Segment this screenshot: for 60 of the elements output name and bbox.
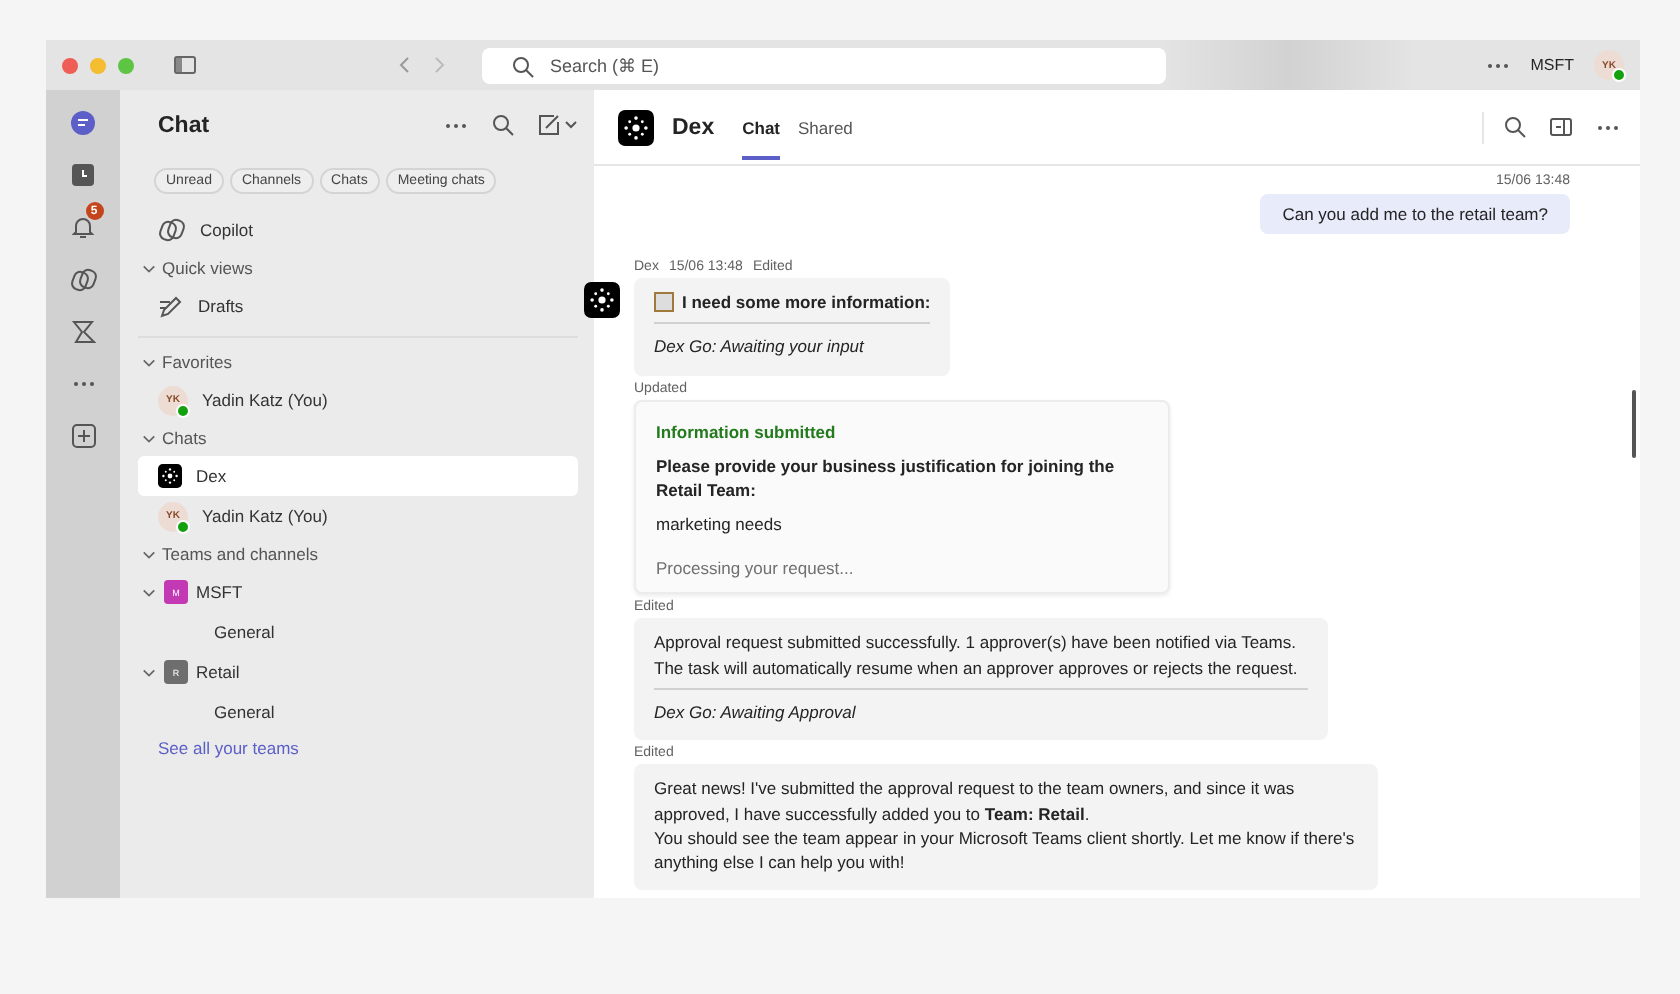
- message-text: You should see the team appear in your Microsoft Teams client shortly. Let me know if there's anything else I can help you with!: [654, 825, 1357, 875]
- progress-text: Processing your request...: [656, 558, 856, 579]
- more-icon[interactable]: [1486, 61, 1511, 69]
- card-heading: I need some more information:: [682, 290, 931, 315]
- search-field[interactable]: Search (⌘ E): [482, 47, 1166, 83]
- tab[interactable]: Chat: [742, 95, 780, 159]
- pane-title: Chat: [158, 113, 210, 137]
- section-label: Favorites: [162, 352, 232, 372]
- see-all-link[interactable]: See all your teams: [138, 732, 578, 758]
- chevron-icon[interactable]: [142, 261, 156, 275]
- section-label: Teams and channels: [162, 544, 318, 564]
- channel-item[interactable]: General: [138, 692, 578, 732]
- chat-title: Dex: [672, 115, 715, 139]
- org-name[interactable]: MSFT: [1530, 56, 1574, 74]
- pencil-icon: [158, 293, 184, 319]
- search-icon[interactable]: [1504, 116, 1526, 138]
- section-label: Quick views: [162, 258, 253, 278]
- chat-icon[interactable]: [70, 110, 96, 136]
- note-icon: [654, 292, 674, 313]
- chat-item-label[interactable]: Yadin Katz (You): [202, 390, 328, 410]
- form-question: Please provide your business justification for joining the Retail Team:: [656, 453, 1117, 503]
- section-label: Chats: [162, 428, 207, 448]
- chevron-icon[interactable]: [142, 585, 156, 599]
- more-icon[interactable]: [444, 121, 468, 129]
- bot-avatar-icon: [158, 464, 182, 488]
- team-name: Retail: [196, 662, 240, 682]
- chat-item-label[interactable]: Yadin Katz (You): [202, 506, 328, 526]
- search-icon[interactable]: [492, 114, 514, 136]
- search-icon[interactable]: [512, 55, 534, 77]
- status-text: Dex Go: Awaiting your input: [654, 334, 867, 360]
- panel-icon[interactable]: [1550, 118, 1572, 136]
- form-answer: marketing needs: [656, 514, 784, 535]
- chat-item-label[interactable]: Drafts: [198, 296, 244, 316]
- loop-icon[interactable]: [69, 265, 97, 293]
- message-text: The task will automatically resume when an approver approves or rejects the request.: [654, 655, 1300, 680]
- sent-message: Can you add me to the retail team?: [1260, 194, 1570, 234]
- bell-icon[interactable]: [70, 214, 96, 240]
- chat-item-label[interactable]: Copilot: [200, 220, 253, 240]
- compose-icon[interactable]: [538, 114, 578, 136]
- loop-icon[interactable]: [158, 216, 186, 244]
- more-icon[interactable]: [1596, 123, 1620, 131]
- scrollbar-thumb[interactable]: [1632, 390, 1636, 458]
- add-icon[interactable]: [71, 423, 95, 447]
- message-text: Approval request submitted successfully. 1 approver(s) have been notified via Teams.: [654, 630, 1298, 656]
- chevron-icon[interactable]: [142, 547, 156, 561]
- team-name: MSFT: [196, 582, 243, 602]
- chevron-icon[interactable]: [142, 665, 156, 679]
- tab[interactable]: Shared: [798, 95, 853, 159]
- sidebar-toggle-icon[interactable]: [174, 56, 196, 74]
- status-text: Dex Go: Awaiting Approval: [654, 699, 858, 725]
- bot-avatar-icon: [584, 282, 620, 318]
- close-window-button[interactable]: [62, 57, 78, 73]
- chevron-icon[interactable]: [142, 431, 156, 445]
- more-icon[interactable]: [71, 379, 95, 387]
- message-text: Great news! I've submitted the approval request to the team owners, and since it was approved, I have successfully added you to Team: Retail.: [654, 776, 1297, 826]
- chat-item-label[interactable]: Dex: [196, 466, 227, 486]
- bot-avatar-icon: [618, 109, 654, 145]
- chevron-icon[interactable]: [142, 355, 156, 369]
- card-heading: Information submitted: [656, 421, 838, 442]
- channel-item[interactable]: General: [138, 612, 578, 652]
